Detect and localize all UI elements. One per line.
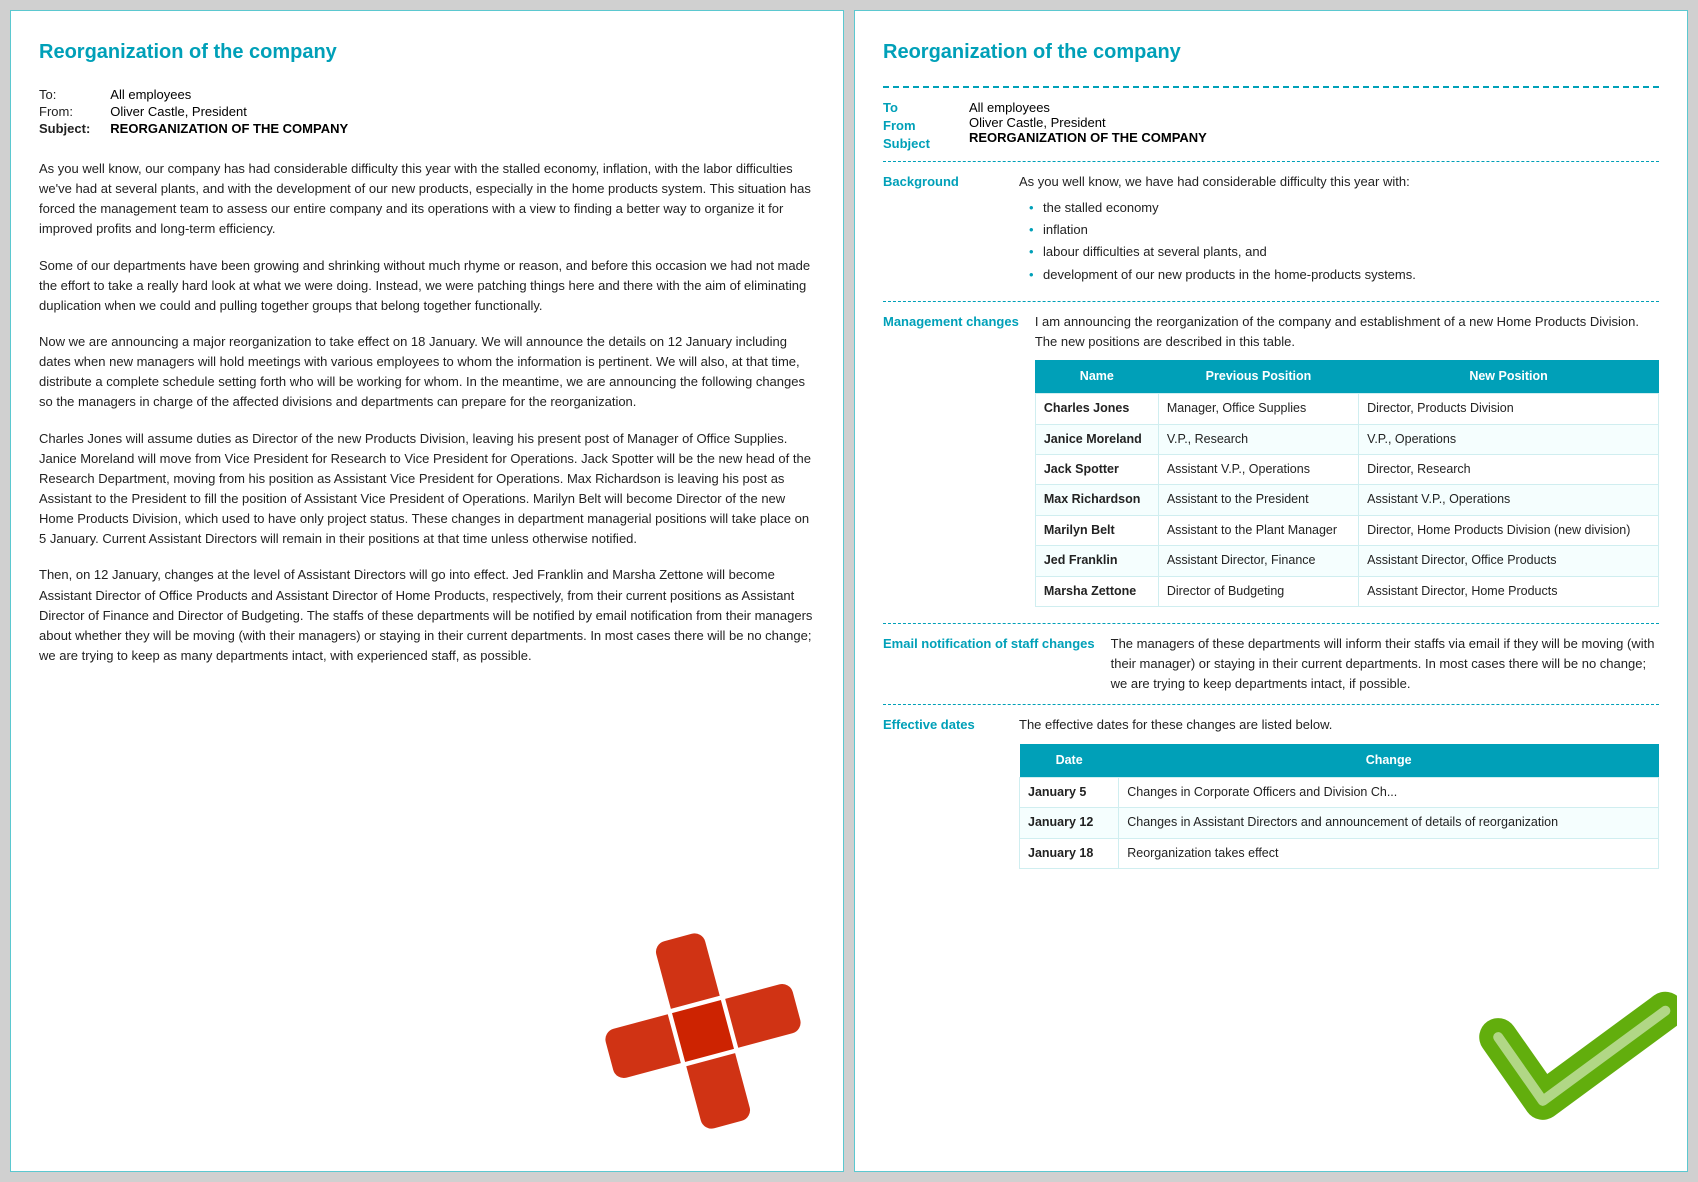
table-row: Charles JonesManager, Office SuppliesDir… <box>1035 394 1658 424</box>
table-row: Marsha ZettoneDirector of BudgetingAssis… <box>1035 576 1658 606</box>
right-to-label: To <box>883 100 953 115</box>
right-to-value: All employees <box>969 100 1207 115</box>
right-from-value: Oliver Castle, President <box>969 115 1207 130</box>
background-divider <box>883 301 1659 302</box>
background-section: Background As you well know, we have had… <box>883 172 1659 291</box>
bullet-item: development of our new products in the h… <box>1029 265 1659 285</box>
background-bullets: the stalled economyinflationlabour diffi… <box>1019 198 1659 285</box>
col-new: New Position <box>1359 360 1659 394</box>
table-row: Marilyn BeltAssistant to the Plant Manag… <box>1035 515 1658 545</box>
table-row: Janice MorelandV.P., ResearchV.P., Opera… <box>1035 424 1658 454</box>
from-label: From: <box>39 103 110 120</box>
col-name: Name <box>1035 360 1158 394</box>
left-paragraph: Now we are announcing a major reorganiza… <box>39 332 815 413</box>
management-intro: I am announcing the reorganization of th… <box>1035 312 1659 352</box>
table-row: January 12Changes in Assistant Directors… <box>1020 808 1659 838</box>
right-subject-value: REORGANIZATION OF THE COMPANY <box>969 130 1207 145</box>
left-paragraph: Then, on 12 January, changes at the leve… <box>39 565 815 666</box>
management-table: Name Previous Position New Position Char… <box>1035 360 1659 607</box>
background-label: Background <box>883 172 1003 291</box>
right-subject-label: Subject <box>883 136 953 151</box>
subject-label: Subject: <box>39 120 110 137</box>
management-content: I am announcing the reorganization of th… <box>1035 312 1659 613</box>
effective-section: Effective dates The effective dates for … <box>883 715 1659 875</box>
management-label: Management changes <box>883 312 1019 613</box>
left-header: To: All employees From: Oliver Castle, P… <box>39 86 815 137</box>
bullet-item: inflation <box>1029 220 1659 240</box>
col-prev: Previous Position <box>1158 360 1358 394</box>
effective-intro: The effective dates for these changes ar… <box>1019 715 1659 735</box>
left-paragraph: Charles Jones will assume duties as Dire… <box>39 429 815 550</box>
eff-col-change: Change <box>1119 744 1659 778</box>
top-divider <box>883 86 1659 88</box>
management-section: Management changes I am announcing the r… <box>883 312 1659 613</box>
from-value: Oliver Castle, President <box>110 103 348 120</box>
email-section: Email notification of staff changes The … <box>883 634 1659 694</box>
effective-content: The effective dates for these changes ar… <box>1019 715 1659 875</box>
right-title: Reorganization of the company <box>883 41 1659 64</box>
effective-label: Effective dates <box>883 715 1003 875</box>
left-body: As you well know, our company has had co… <box>39 159 815 666</box>
background-content: As you well know, we have had considerab… <box>1019 172 1659 291</box>
management-divider <box>883 623 1659 624</box>
table-row: Jack SpotterAssistant V.P., OperationsDi… <box>1035 455 1658 485</box>
left-paragraph: Some of our departments have been growin… <box>39 256 815 316</box>
email-divider <box>883 704 1659 705</box>
subject-value: REORGANIZATION OF THE COMPANY <box>110 120 348 137</box>
left-panel: Reorganization of the company To: All em… <box>10 10 844 1172</box>
effective-table-body: January 5Changes in Corporate Officers a… <box>1020 777 1659 868</box>
right-header-labels: To From Subject <box>883 100 953 151</box>
effective-table: Date Change January 5Changes in Corporat… <box>1019 744 1659 870</box>
green-check-overlay <box>1477 951 1677 1151</box>
bullet-item: the stalled economy <box>1029 198 1659 218</box>
right-panel: Reorganization of the company To From Su… <box>854 10 1688 1172</box>
red-x-overlay <box>593 921 813 1141</box>
background-intro: As you well know, we have had considerab… <box>1019 174 1410 189</box>
table-row: January 18Reorganization takes effect <box>1020 838 1659 868</box>
management-table-body: Charles JonesManager, Office SuppliesDir… <box>1035 394 1658 607</box>
email-label: Email notification of staff changes <box>883 634 1095 694</box>
right-header-section: To From Subject All employees Oliver Cas… <box>883 100 1659 151</box>
left-title: Reorganization of the company <box>39 41 815 64</box>
to-value: All employees <box>110 86 348 103</box>
header-divider <box>883 161 1659 162</box>
left-paragraph: As you well know, our company has had co… <box>39 159 815 240</box>
bullet-item: labour difficulties at several plants, a… <box>1029 242 1659 262</box>
table-row: Jed FranklinAssistant Director, FinanceA… <box>1035 546 1658 576</box>
right-header-values: All employees Oliver Castle, President R… <box>969 100 1207 151</box>
table-row: Max RichardsonAssistant to the President… <box>1035 485 1658 515</box>
eff-col-date: Date <box>1020 744 1119 778</box>
right-from-label: From <box>883 118 953 133</box>
table-row: January 5Changes in Corporate Officers a… <box>1020 777 1659 807</box>
email-content: The managers of these departments will i… <box>1111 634 1659 694</box>
to-label: To: <box>39 86 110 103</box>
